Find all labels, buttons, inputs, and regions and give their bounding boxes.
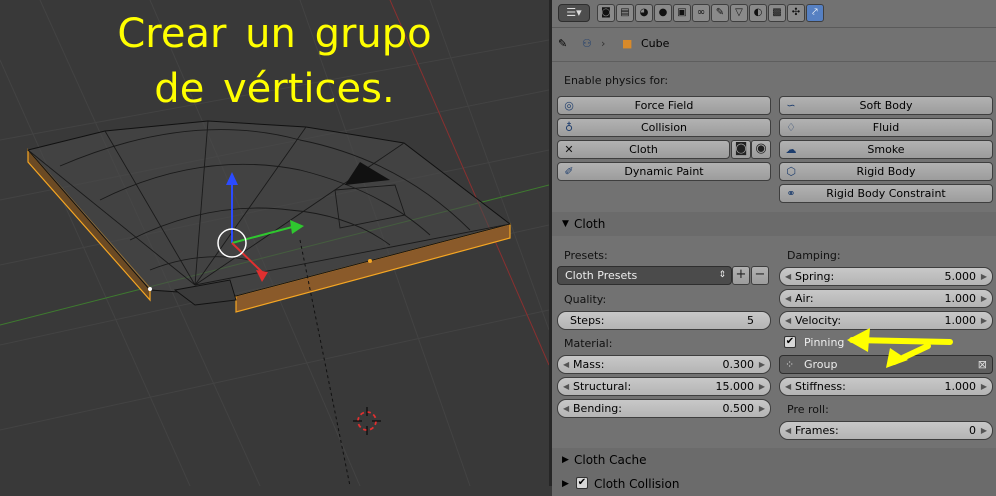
cloth-cache-panel-header[interactable]: ▶ Cloth Cache — [552, 448, 996, 472]
pinning-checkbox[interactable]: ✔ — [784, 336, 796, 348]
close-icon: ✕ — [564, 143, 574, 156]
arrow-left-icon[interactable]: ◀ — [785, 378, 791, 395]
arrow-right-icon[interactable]: ▶ — [981, 268, 987, 285]
chevron-right-icon: › — [601, 37, 606, 50]
arrow-left-icon[interactable]: ◀ — [785, 312, 791, 329]
render-toggle-camera-icon[interactable]: ◙ — [731, 140, 751, 159]
arrow-left-icon[interactable]: ◀ — [785, 422, 791, 439]
vertex-group-icon: ⁘ — [785, 358, 795, 371]
soft-body-button[interactable]: ∽ Soft Body — [779, 96, 993, 115]
preroll-label: Pre roll: — [787, 403, 829, 416]
cloth-panel-header[interactable]: ▼ Cloth — [552, 212, 996, 236]
smoke-button[interactable]: ☁ Smoke — [779, 140, 993, 159]
texture-icon[interactable]: ▩ — [768, 4, 786, 22]
fluid-button[interactable]: ♢ Fluid — [779, 118, 993, 137]
3d-viewport[interactable]: Crear un grupo de vértices. — [0, 0, 549, 486]
cloth-presets-dropdown[interactable]: Cloth Presets ⇕ — [557, 266, 732, 285]
arrow-right-icon[interactable]: ▶ — [981, 312, 987, 329]
smoke-icon: ☁ — [785, 143, 797, 156]
fluid-icon: ♢ — [786, 121, 796, 134]
collision-button[interactable]: ♁ Collision — [557, 118, 771, 137]
viewport-visibility-eye-icon[interactable]: ◉ — [751, 140, 771, 159]
divider — [552, 61, 996, 62]
mass-field[interactable]: ◀ Mass: 0.300 ▶ — [557, 355, 771, 374]
cube-object-icon: ■ — [622, 37, 633, 50]
3d-cursor-icon[interactable] — [353, 407, 381, 435]
world-icon[interactable]: ● — [654, 4, 672, 22]
cloth-remove-button[interactable]: ✕ Cloth — [557, 140, 730, 159]
render-icon[interactable]: ◙ — [597, 4, 615, 22]
damping-label: Damping: — [787, 249, 841, 262]
steps-field[interactable]: Steps: 5 — [557, 311, 771, 330]
editor-type-button[interactable]: ☰▾ — [558, 4, 590, 22]
annotation-arrowhead-pinning — [847, 328, 870, 352]
modifiers-icon[interactable]: ✎ — [711, 4, 729, 22]
object-icon[interactable]: ▣ — [673, 4, 691, 22]
force-field-icon: ◎ — [564, 99, 574, 112]
arrow-right-icon[interactable]: ▶ — [759, 400, 765, 417]
properties-header: ☰▾ ◙ ▤ ◕ ● ▣ ∞ ✎ ▽ ◐ ▩ ✣ ⤤ — [552, 0, 996, 28]
arrow-left-icon[interactable]: ◀ — [563, 356, 569, 373]
quality-label: Quality: — [564, 293, 607, 306]
material-label: Material: — [564, 337, 613, 350]
collision-icon: ♁ — [564, 121, 574, 134]
bending-field[interactable]: ◀ Bending: 0.500 ▶ — [557, 399, 771, 418]
scene-icon[interactable]: ◕ — [635, 4, 653, 22]
force-field-button[interactable]: ◎ Force Field — [557, 96, 771, 115]
arrow-left-icon[interactable]: ◀ — [563, 378, 569, 395]
arrow-right-icon[interactable]: ▶ — [981, 378, 987, 395]
arrow-right-icon[interactable]: ▶ — [759, 356, 765, 373]
pin-icon[interactable]: ✎ — [558, 34, 567, 54]
structural-field[interactable]: ◀ Structural: 15.000 ▶ — [557, 377, 771, 396]
soft-body-icon: ∽ — [786, 99, 796, 112]
arrow-left-icon[interactable]: ◀ — [785, 290, 791, 307]
annotation-arrow-pinning — [849, 337, 953, 345]
properties-editor-icon: ☰▾ — [566, 6, 582, 19]
dynamic-paint-button[interactable]: ✐ Dynamic Paint — [557, 162, 771, 181]
annotation-title-line1: Crear un grupo — [117, 11, 432, 57]
stiffness-field[interactable]: ◀ Stiffness: 1.000 ▶ — [779, 377, 993, 396]
remove-preset-icon[interactable]: − — [751, 266, 769, 285]
pin-group-field[interactable]: ⁘ Group ⊠ — [779, 355, 993, 374]
properties-editor: ☰▾ ◙ ▤ ◕ ● ▣ ∞ ✎ ▽ ◐ ▩ ✣ ⤤ ✎ ⚇ › ■ Cube … — [552, 0, 996, 496]
render-layers-icon[interactable]: ▤ — [616, 4, 634, 22]
rigid-body-icon: ⬡ — [786, 165, 796, 178]
presets-label: Presets: — [564, 249, 608, 262]
data-icon[interactable]: ▽ — [730, 4, 748, 22]
arrow-left-icon[interactable]: ◀ — [563, 400, 569, 417]
enable-physics-label: Enable physics for: — [564, 74, 669, 87]
annotation-title-line2: de vértices. — [154, 66, 395, 112]
collapse-triangle-right-icon: ▶ — [562, 479, 569, 489]
spring-field[interactable]: ◀ Spring: 5.000 ▶ — [779, 267, 993, 286]
arrow-right-icon[interactable]: ▶ — [981, 290, 987, 307]
pinning-label: Pinning — [804, 336, 845, 349]
arrow-right-icon[interactable]: ▶ — [981, 422, 987, 439]
particles-icon[interactable]: ✣ — [787, 4, 805, 22]
arrow-left-icon[interactable]: ◀ — [785, 268, 791, 285]
rigid-body-button[interactable]: ⬡ Rigid Body — [779, 162, 993, 181]
add-preset-icon[interactable]: + — [732, 266, 750, 285]
cloth-panel-title: Cloth — [574, 217, 606, 231]
clear-field-icon[interactable]: ⊠ — [978, 356, 987, 373]
material-icon[interactable]: ◐ — [749, 4, 767, 22]
updown-arrows-icon: ⇕ — [718, 270, 726, 280]
scene-icon: ⚇ — [582, 37, 592, 50]
air-field[interactable]: ◀ Air: 1.000 ▶ — [779, 289, 993, 308]
breadcrumb-object-name: Cube — [641, 37, 670, 50]
physics-icon[interactable]: ⤤ — [806, 4, 824, 22]
collapse-triangle-down-icon: ▼ — [562, 219, 569, 229]
arrow-right-icon[interactable]: ▶ — [759, 378, 765, 395]
collapse-triangle-right-icon: ▶ — [562, 455, 569, 465]
constraints-icon[interactable]: ∞ — [692, 4, 710, 22]
rigid-body-constraint-button[interactable]: ⚭ Rigid Body Constraint — [779, 184, 993, 203]
velocity-field[interactable]: ◀ Velocity: 1.000 ▶ — [779, 311, 993, 330]
constraint-link-icon: ⚭ — [786, 187, 796, 200]
frames-field[interactable]: ◀ Frames: 0 ▶ — [779, 421, 993, 440]
cloth-mesh[interactable] — [27, 120, 512, 313]
cloth-collision-panel-header[interactable]: ▶ ✔ Cloth Collision — [552, 472, 996, 496]
cloth-collision-checkbox[interactable]: ✔ — [576, 477, 588, 489]
brush-icon: ✐ — [564, 165, 574, 178]
